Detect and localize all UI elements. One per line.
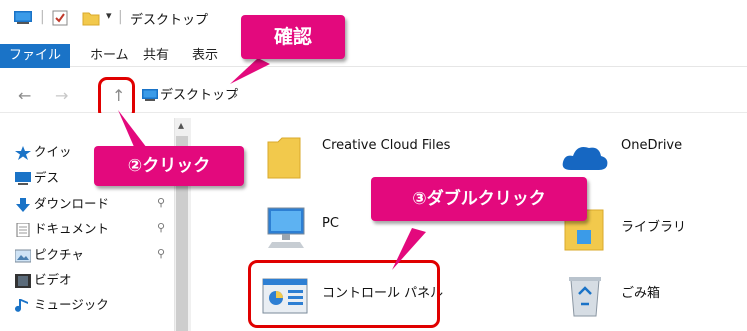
callout-double-click: ③ダブルクリック xyxy=(371,177,587,221)
double-click-arrow xyxy=(392,228,426,270)
callout-click: ②クリック xyxy=(94,146,244,186)
callout-confirm: 確認 xyxy=(241,15,345,59)
confirm-arrow xyxy=(230,58,270,84)
